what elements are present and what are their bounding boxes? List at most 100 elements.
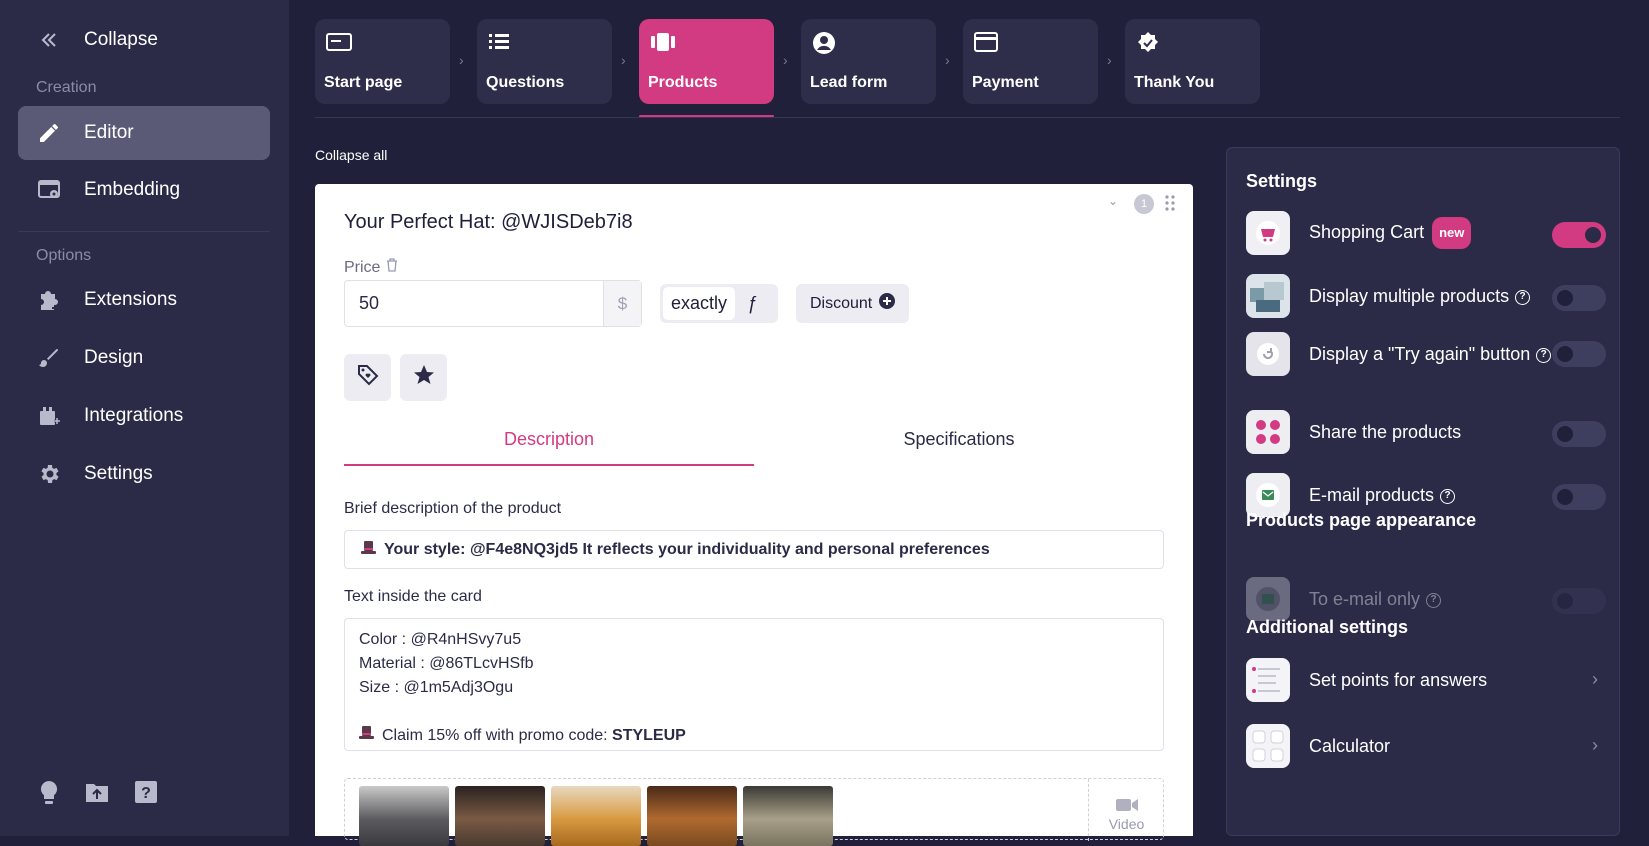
sidebar-item-settings[interactable]: Settings: [18, 447, 270, 501]
multiple-products-toggle[interactable]: [1552, 285, 1606, 311]
price-input[interactable]: 50: [345, 281, 603, 326]
collapse-label: Collapse: [84, 29, 158, 50]
step-start-page[interactable]: Start page: [315, 19, 450, 104]
product-image-1[interactable]: [359, 786, 449, 846]
tag-button[interactable]: [344, 354, 391, 401]
settings-panel: Settings Shopping Cart new Display multip…: [1226, 147, 1620, 836]
price-mode-exactly[interactable]: exactly: [663, 287, 736, 320]
chevron-right-icon: ›: [621, 52, 626, 68]
drag-handle-icon[interactable]: [1164, 194, 1176, 217]
folder-upload-icon[interactable]: [84, 780, 110, 811]
help-icon[interactable]: ?: [134, 780, 158, 811]
sidebar-item-design[interactable]: Design: [18, 331, 270, 385]
additional-settings-title: Additional settings: [1246, 617, 1408, 637]
product-title[interactable]: Your Perfect Hat: @WJISDeb7i8: [344, 211, 633, 234]
discount-button[interactable]: Discount: [796, 284, 909, 323]
help-icon[interactable]: ?: [1536, 347, 1552, 363]
price-input-group: 50 $: [344, 280, 642, 327]
media-gallery: Video: [344, 778, 1164, 846]
product-image-4[interactable]: [647, 786, 737, 846]
star-button[interactable]: [400, 354, 447, 401]
plus-circle-icon: [878, 292, 896, 315]
start-page-icon: [325, 31, 353, 55]
lightbulb-icon[interactable]: [38, 780, 60, 811]
chevron-right-icon: ›: [1592, 669, 1598, 689]
step-label: Questions: [486, 74, 565, 91]
product-index-badge: 1: [1134, 194, 1154, 214]
step-thank-you[interactable]: Thank You: [1125, 19, 1260, 104]
step-label: Start page: [324, 74, 403, 91]
setting-share-products: Share the products: [1246, 409, 1606, 455]
product-image-5[interactable]: [743, 786, 833, 846]
tag-heart-icon: [356, 363, 380, 392]
sidebar-item-editor[interactable]: Editor: [18, 106, 270, 160]
sidebar-item-label: Extensions: [84, 289, 177, 310]
video-label: Video: [1108, 816, 1145, 832]
tab-specifications[interactable]: Specifications: [754, 422, 1164, 466]
hat-icon: [361, 540, 376, 560]
sidebar-item-embedding[interactable]: Embedding: [18, 163, 270, 217]
setting-calculator[interactable]: Calculator ›: [1246, 723, 1606, 769]
collapse-button[interactable]: Collapse: [18, 13, 270, 67]
help-icon[interactable]: ?: [1440, 488, 1456, 504]
step-questions[interactable]: Questions: [477, 19, 612, 104]
sidebar-item-label: Embedding: [84, 179, 181, 200]
email-products-toggle[interactable]: [1552, 484, 1606, 510]
step-label: Payment: [972, 74, 1039, 91]
share-thumbnail: [1246, 410, 1290, 454]
user-circle-icon: [811, 31, 839, 55]
shopping-cart-toggle[interactable]: [1552, 222, 1606, 248]
product-image-2[interactable]: [455, 786, 545, 846]
email-only-toggle[interactable]: [1552, 588, 1606, 614]
help-icon[interactable]: ?: [1515, 289, 1531, 305]
card-text-input[interactable]: Color : @R4nHSvy7u5 Material : @86TLcvHS…: [344, 618, 1164, 751]
gear-icon: [36, 461, 62, 487]
sidebar-item-label: Integrations: [84, 405, 184, 426]
collapse-all-button[interactable]: Collapse all: [315, 147, 387, 163]
brief-description-label: Brief description of the product: [344, 500, 562, 517]
currency-label: $: [603, 281, 641, 326]
step-products[interactable]: Products: [639, 19, 774, 104]
step-lead-form[interactable]: Lead form: [801, 19, 936, 104]
try-again-thumbnail: [1246, 332, 1290, 376]
sidebar-item-integrations[interactable]: Integrations: [18, 389, 270, 443]
verified-icon: [1135, 31, 1163, 55]
video-upload-button[interactable]: Video: [1088, 779, 1164, 841]
product-image-3[interactable]: [551, 786, 641, 846]
chevron-right-icon: ›: [945, 52, 950, 68]
star-icon: [413, 364, 435, 391]
share-products-toggle[interactable]: [1552, 421, 1606, 447]
pencil-icon: [36, 120, 62, 146]
price-label: Price: [344, 258, 381, 276]
setting-set-points[interactable]: Set points for answers ›: [1246, 657, 1606, 703]
setting-label: Display multiple products: [1309, 286, 1510, 306]
setting-label: Share the products: [1309, 422, 1462, 442]
new-badge: new: [1432, 217, 1472, 249]
price-label-row: Price: [344, 258, 398, 277]
card-line-material: Material : @86TLcvHSfb: [359, 655, 534, 672]
formula-icon[interactable]: ƒ: [747, 293, 757, 314]
plugin-icon: [36, 403, 62, 429]
help-icon[interactable]: ?: [1426, 592, 1442, 608]
trash-icon[interactable]: [386, 258, 398, 277]
section-options: Options: [36, 247, 92, 264]
discount-label: Discount: [810, 294, 873, 312]
card-line-color: Color : @R4nHSvy7u5: [359, 631, 522, 648]
brush-icon: [36, 345, 62, 371]
brief-description-text: Your style: @F4e8NQ3jd5 It reflects your…: [384, 540, 990, 558]
products-page-appearance-title: Products page appearance: [1246, 510, 1477, 530]
chevron-down-icon[interactable]: ⌄: [1108, 194, 1118, 208]
try-again-toggle[interactable]: [1552, 341, 1606, 367]
svg-text:?: ?: [141, 785, 151, 802]
sidebar-item-extensions[interactable]: Extensions: [18, 273, 270, 327]
setting-label: Calculator: [1309, 736, 1391, 756]
setting-multiple-products: Display multiple products?: [1246, 273, 1606, 319]
brief-description-input[interactable]: Your style: @F4e8NQ3jd5 It reflects your…: [344, 530, 1164, 569]
tab-description[interactable]: Description: [344, 422, 754, 466]
step-payment[interactable]: Payment: [963, 19, 1098, 104]
list-icon: [487, 31, 515, 55]
sidebar-item-label: Editor: [84, 122, 134, 143]
setting-label: Display a "Try again" button: [1309, 344, 1531, 364]
setting-label: Shopping Cart: [1309, 221, 1425, 242]
setting-shopping-cart: Shopping Cart new: [1246, 210, 1606, 256]
